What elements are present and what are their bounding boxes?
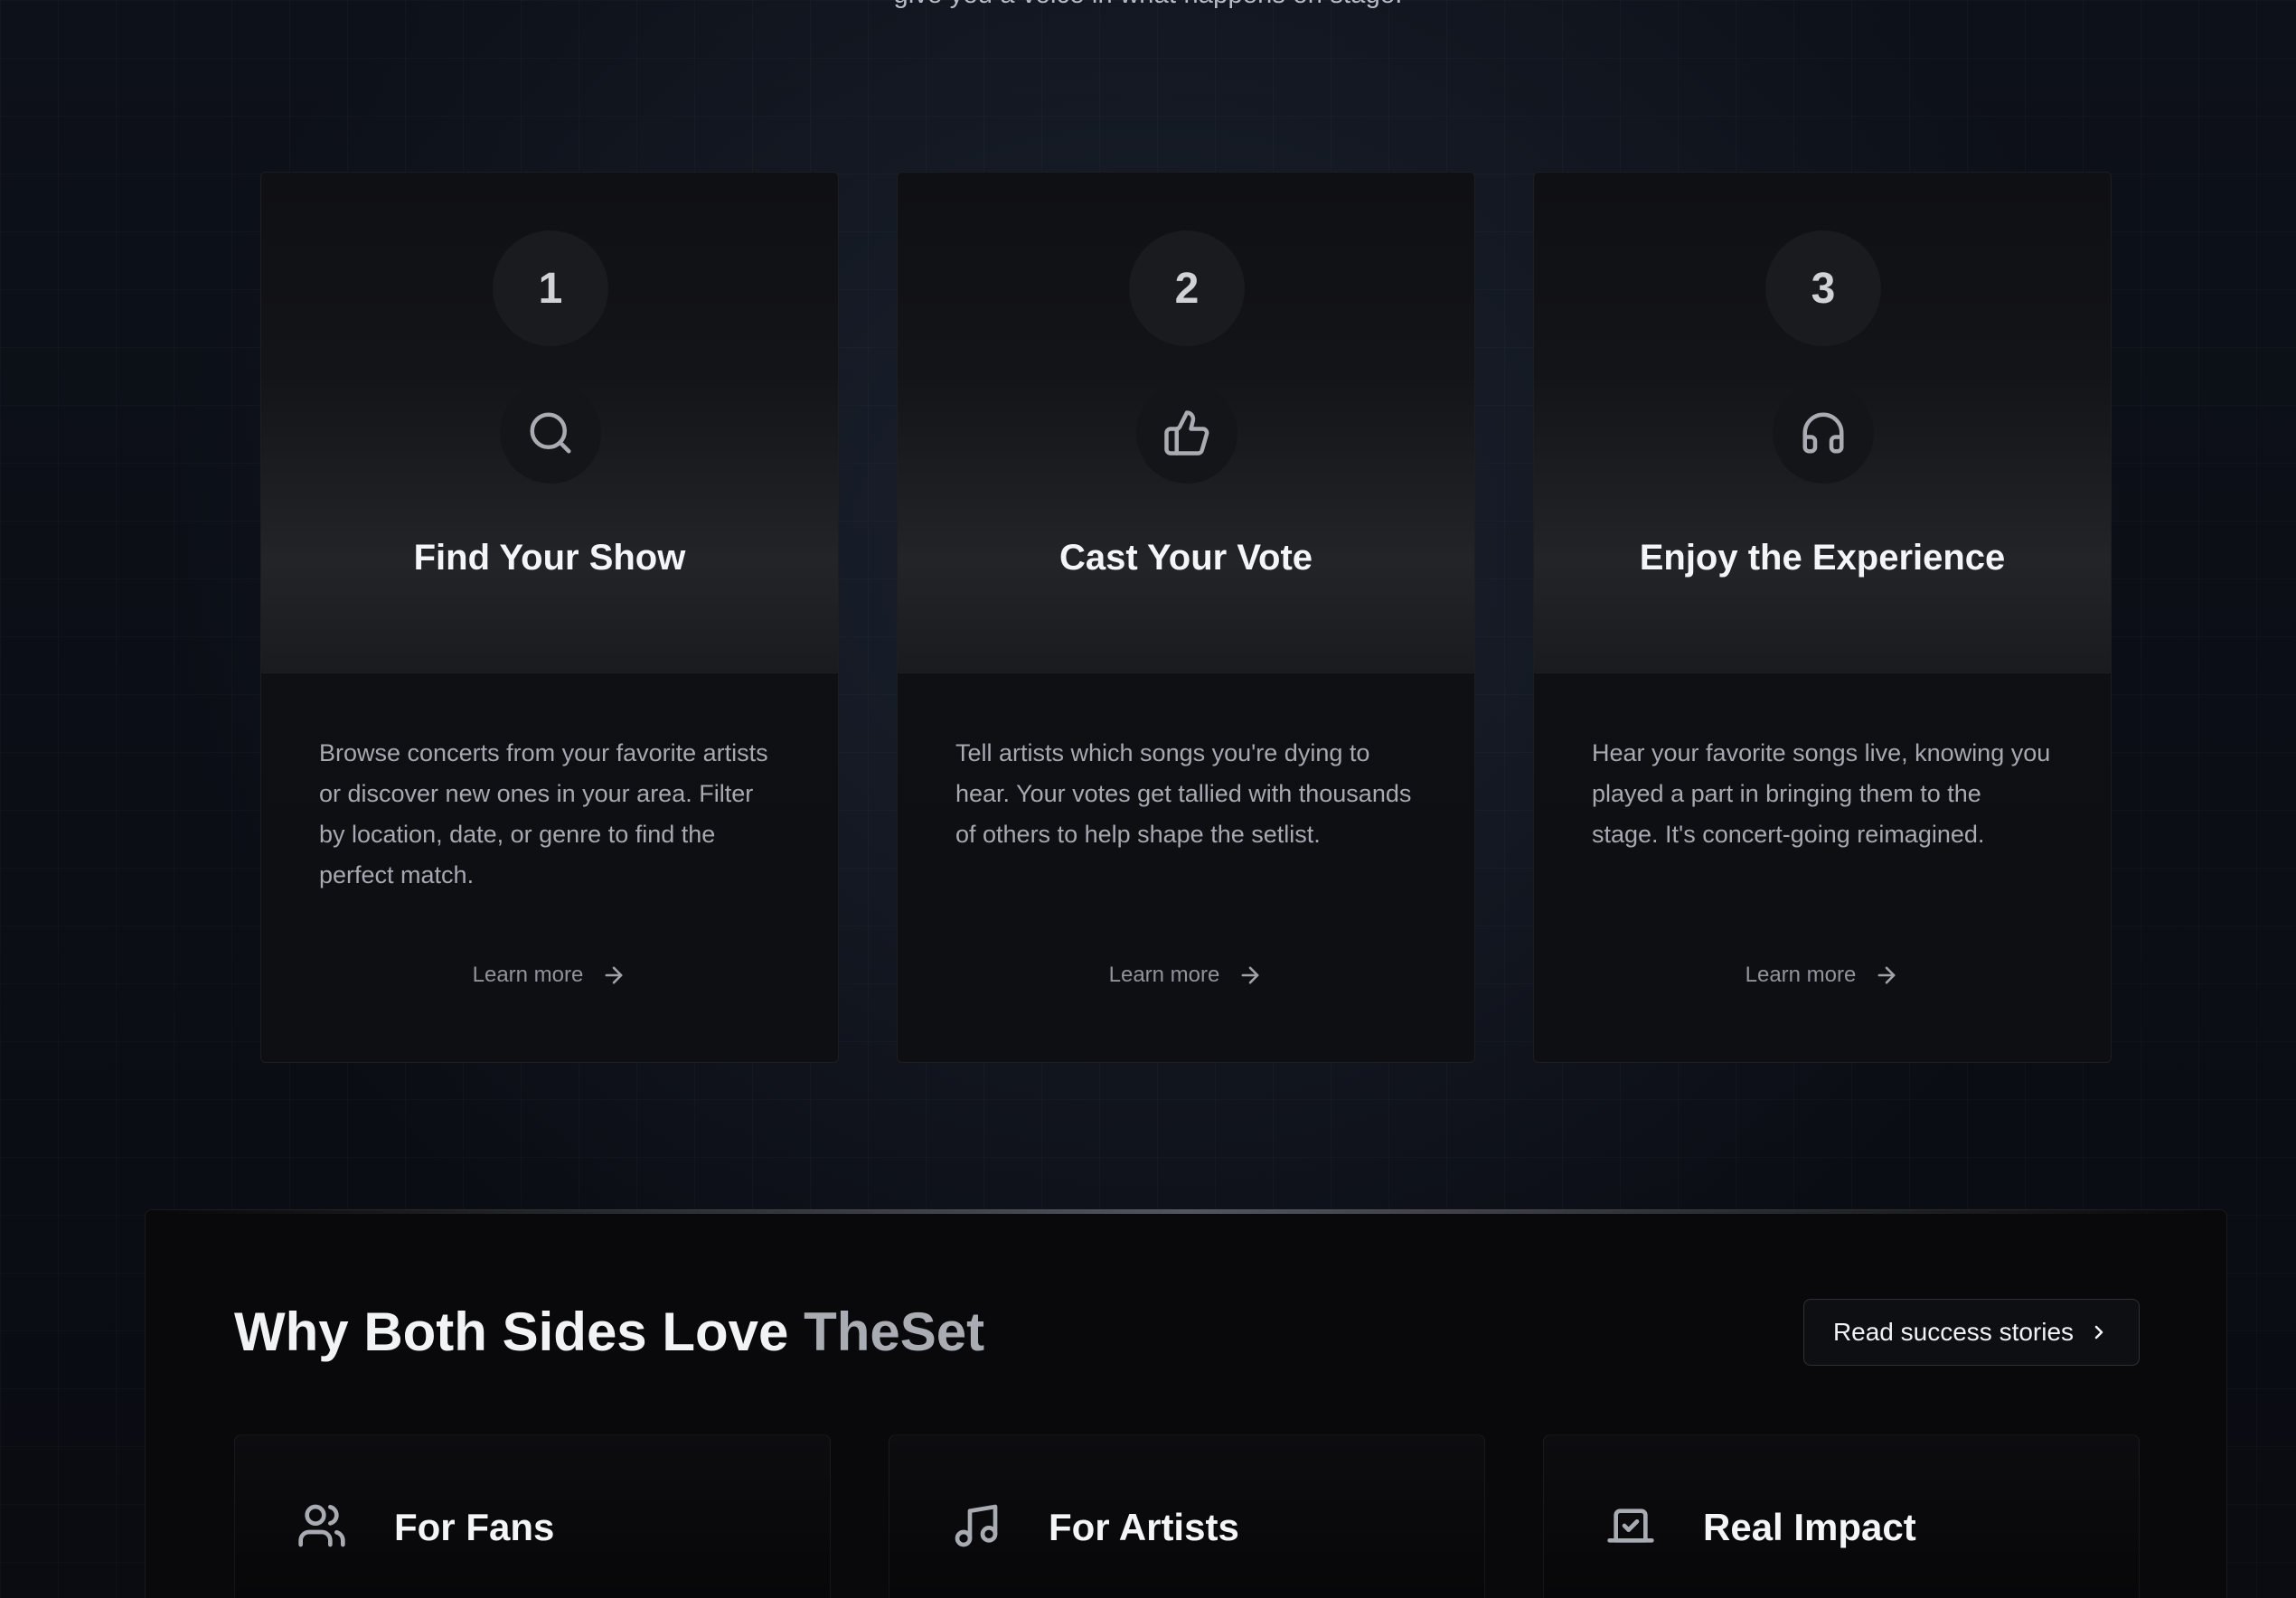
arrow-right-icon — [1877, 966, 1896, 984]
learn-more-label: Learn more — [1108, 963, 1220, 987]
learn-more-link[interactable]: Learn more — [898, 955, 1474, 995]
learn-more-link[interactable]: Learn more — [1534, 955, 2111, 995]
step-title: Find Your Show — [413, 538, 686, 578]
button-label: Read success stories — [1832, 1318, 2075, 1346]
feature-title: For Artists — [1049, 1506, 1239, 1548]
feature-card-for-fans: For Fans — [234, 1434, 831, 1598]
step-title: Enjoy the Experience — [1639, 538, 2006, 578]
step-number: 2 — [1129, 230, 1245, 346]
search-icon — [500, 382, 601, 484]
step-description: Hear your favorite songs live, knowing y… — [1592, 739, 2051, 848]
step-description: Tell artists which songs you're dying to… — [955, 739, 1412, 848]
chevron-right-icon — [2094, 1325, 2103, 1340]
thumbs-up-icon — [1136, 382, 1237, 484]
why-both-sides-section: Why Both Sides Love TheSet Read success … — [145, 1209, 2227, 1598]
section-title: Why Both Sides Love TheSet — [234, 1301, 984, 1363]
music-note-icon — [951, 1500, 1002, 1551]
step-card-enjoy-the-experience: 3 Enjoy the Experience Hear your favorit… — [1533, 172, 2112, 1063]
intro-text: give you a voice in what happens on stag… — [0, 0, 2296, 10]
step-number: 3 — [1765, 230, 1881, 346]
learn-more-label: Learn more — [472, 963, 584, 987]
step-card-find-your-show: 1 Find Your Show Browse concerts from yo… — [260, 172, 839, 1063]
section-title-main: Why Both Sides Love — [234, 1302, 805, 1362]
arrow-right-icon — [1241, 966, 1259, 984]
feature-card-real-impact: Real Impact — [1543, 1434, 2140, 1598]
step-description: Browse concerts from your favorite artis… — [319, 739, 768, 888]
vote-box-icon — [1605, 1500, 1656, 1551]
headphones-icon — [1773, 382, 1874, 484]
read-success-stories-button[interactable]: Read success stories — [1803, 1299, 2140, 1366]
step-title: Cast Your Vote — [1059, 538, 1313, 578]
learn-more-label: Learn more — [1745, 963, 1857, 987]
feature-title: For Fans — [394, 1506, 555, 1548]
feature-title: Real Impact — [1703, 1506, 1916, 1548]
section-title-brand: TheSet — [804, 1302, 985, 1362]
step-card-cast-your-vote: 2 Cast Your Vote Tell artists which song… — [897, 172, 1475, 1063]
users-icon — [296, 1500, 347, 1551]
arrow-right-icon — [605, 966, 623, 984]
feature-card-for-artists: For Artists — [889, 1434, 1485, 1598]
step-number: 1 — [493, 230, 608, 346]
steps-section: 1 Find Your Show Browse concerts from yo… — [260, 172, 2112, 1063]
page: give you a voice in what happens on stag… — [0, 0, 2296, 1598]
learn-more-link[interactable]: Learn more — [261, 955, 838, 995]
